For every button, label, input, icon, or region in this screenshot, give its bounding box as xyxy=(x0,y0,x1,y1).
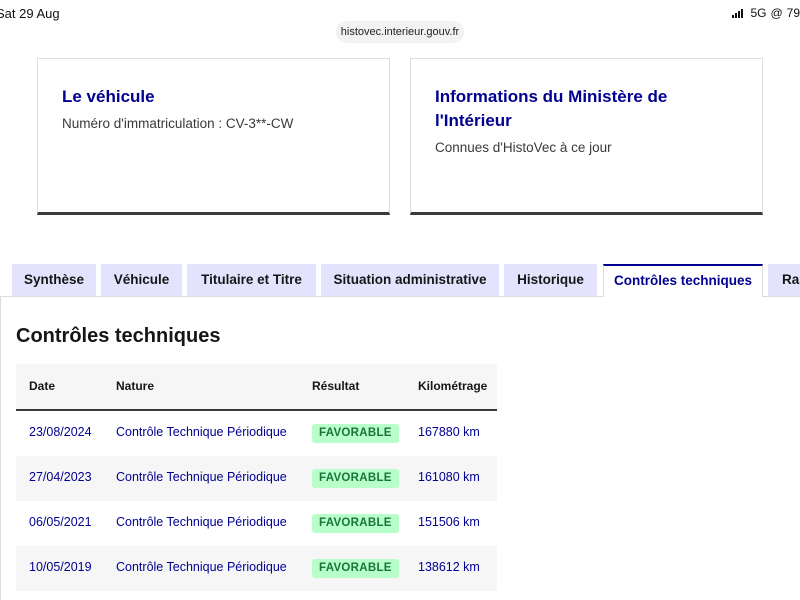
vehicle-card-title: Le véhicule xyxy=(62,87,155,106)
section-title: Contrôles techniques xyxy=(16,325,221,347)
table-row: 27/04/2023 Contrôle Technique Périodique… xyxy=(16,456,497,501)
header-result: Résultat xyxy=(312,379,360,393)
location-icon: @ xyxy=(770,6,783,20)
tab-list: Synthèse Véhicule Titulaire et Titre Sit… xyxy=(0,264,800,297)
tab-vehicule[interactable]: Véhicule xyxy=(101,264,182,296)
tab-situation-administrative[interactable]: Situation administrative xyxy=(321,264,499,296)
ministry-card-title: Informations du Ministère de l'Intérieur xyxy=(435,87,668,130)
tab-titulaire[interactable]: Titulaire et Titre xyxy=(187,264,316,296)
result-badge: FAVORABLE xyxy=(312,424,399,443)
table-header: Date Nature Résultat Kilométrage xyxy=(16,364,497,411)
header-nature: Nature xyxy=(116,379,155,393)
header-date: Date xyxy=(29,379,56,393)
result-badge: FAVORABLE xyxy=(312,514,399,533)
row-date: 06/05/2021 xyxy=(29,515,92,529)
row-mileage: 151506 km xyxy=(418,515,480,529)
status-time: Sat 29 Aug xyxy=(0,6,60,21)
row-mileage: 138612 km xyxy=(418,560,480,574)
tab-rapport[interactable]: Rapport xyxy=(768,264,800,296)
table-row: 06/05/2021 Contrôle Technique Périodique… xyxy=(16,501,497,546)
tab-historique[interactable]: Historique xyxy=(504,264,597,296)
vehicle-card: Le véhicule Numéro d'immatriculation : C… xyxy=(37,58,390,215)
table-row: 23/08/2024 Contrôle Technique Périodique… xyxy=(16,411,497,456)
signal-icon xyxy=(732,8,744,18)
table-row: 10/05/2019 Contrôle Technique Périodique… xyxy=(16,546,497,591)
inspections-table: Date Nature Résultat Kilométrage 23/08/2… xyxy=(16,364,497,591)
registration-number: Numéro d'immatriculation : CV-3**-CW xyxy=(62,116,294,131)
row-nature: Contrôle Technique Périodique xyxy=(116,515,287,529)
row-nature: Contrôle Technique Périodique xyxy=(116,560,287,574)
row-nature: Contrôle Technique Périodique xyxy=(116,425,287,439)
battery-label: 79 xyxy=(786,6,800,20)
row-mileage: 161080 km xyxy=(418,470,480,484)
header-mileage: Kilométrage xyxy=(418,379,488,393)
status-indicators: 5G @ 79 xyxy=(732,6,800,20)
network-label: 5G xyxy=(750,6,767,20)
result-badge: FAVORABLE xyxy=(312,559,399,578)
address-bar[interactable]: histovec.interieur.gouv.fr xyxy=(336,21,464,43)
ministry-card-subtitle: Connues d'HistoVec à ce jour xyxy=(435,140,612,155)
tab-synthese[interactable]: Synthèse xyxy=(12,264,96,296)
row-mileage: 167880 km xyxy=(418,425,480,439)
row-date: 23/08/2024 xyxy=(29,425,92,439)
row-date: 27/04/2023 xyxy=(29,470,92,484)
row-nature: Contrôle Technique Périodique xyxy=(116,470,287,484)
row-date: 10/05/2019 xyxy=(29,560,92,574)
result-badge: FAVORABLE xyxy=(312,469,399,488)
tab-controles-techniques[interactable]: Contrôles techniques xyxy=(603,264,763,297)
ministry-card: Informations du Ministère de l'Intérieur… xyxy=(410,58,763,215)
